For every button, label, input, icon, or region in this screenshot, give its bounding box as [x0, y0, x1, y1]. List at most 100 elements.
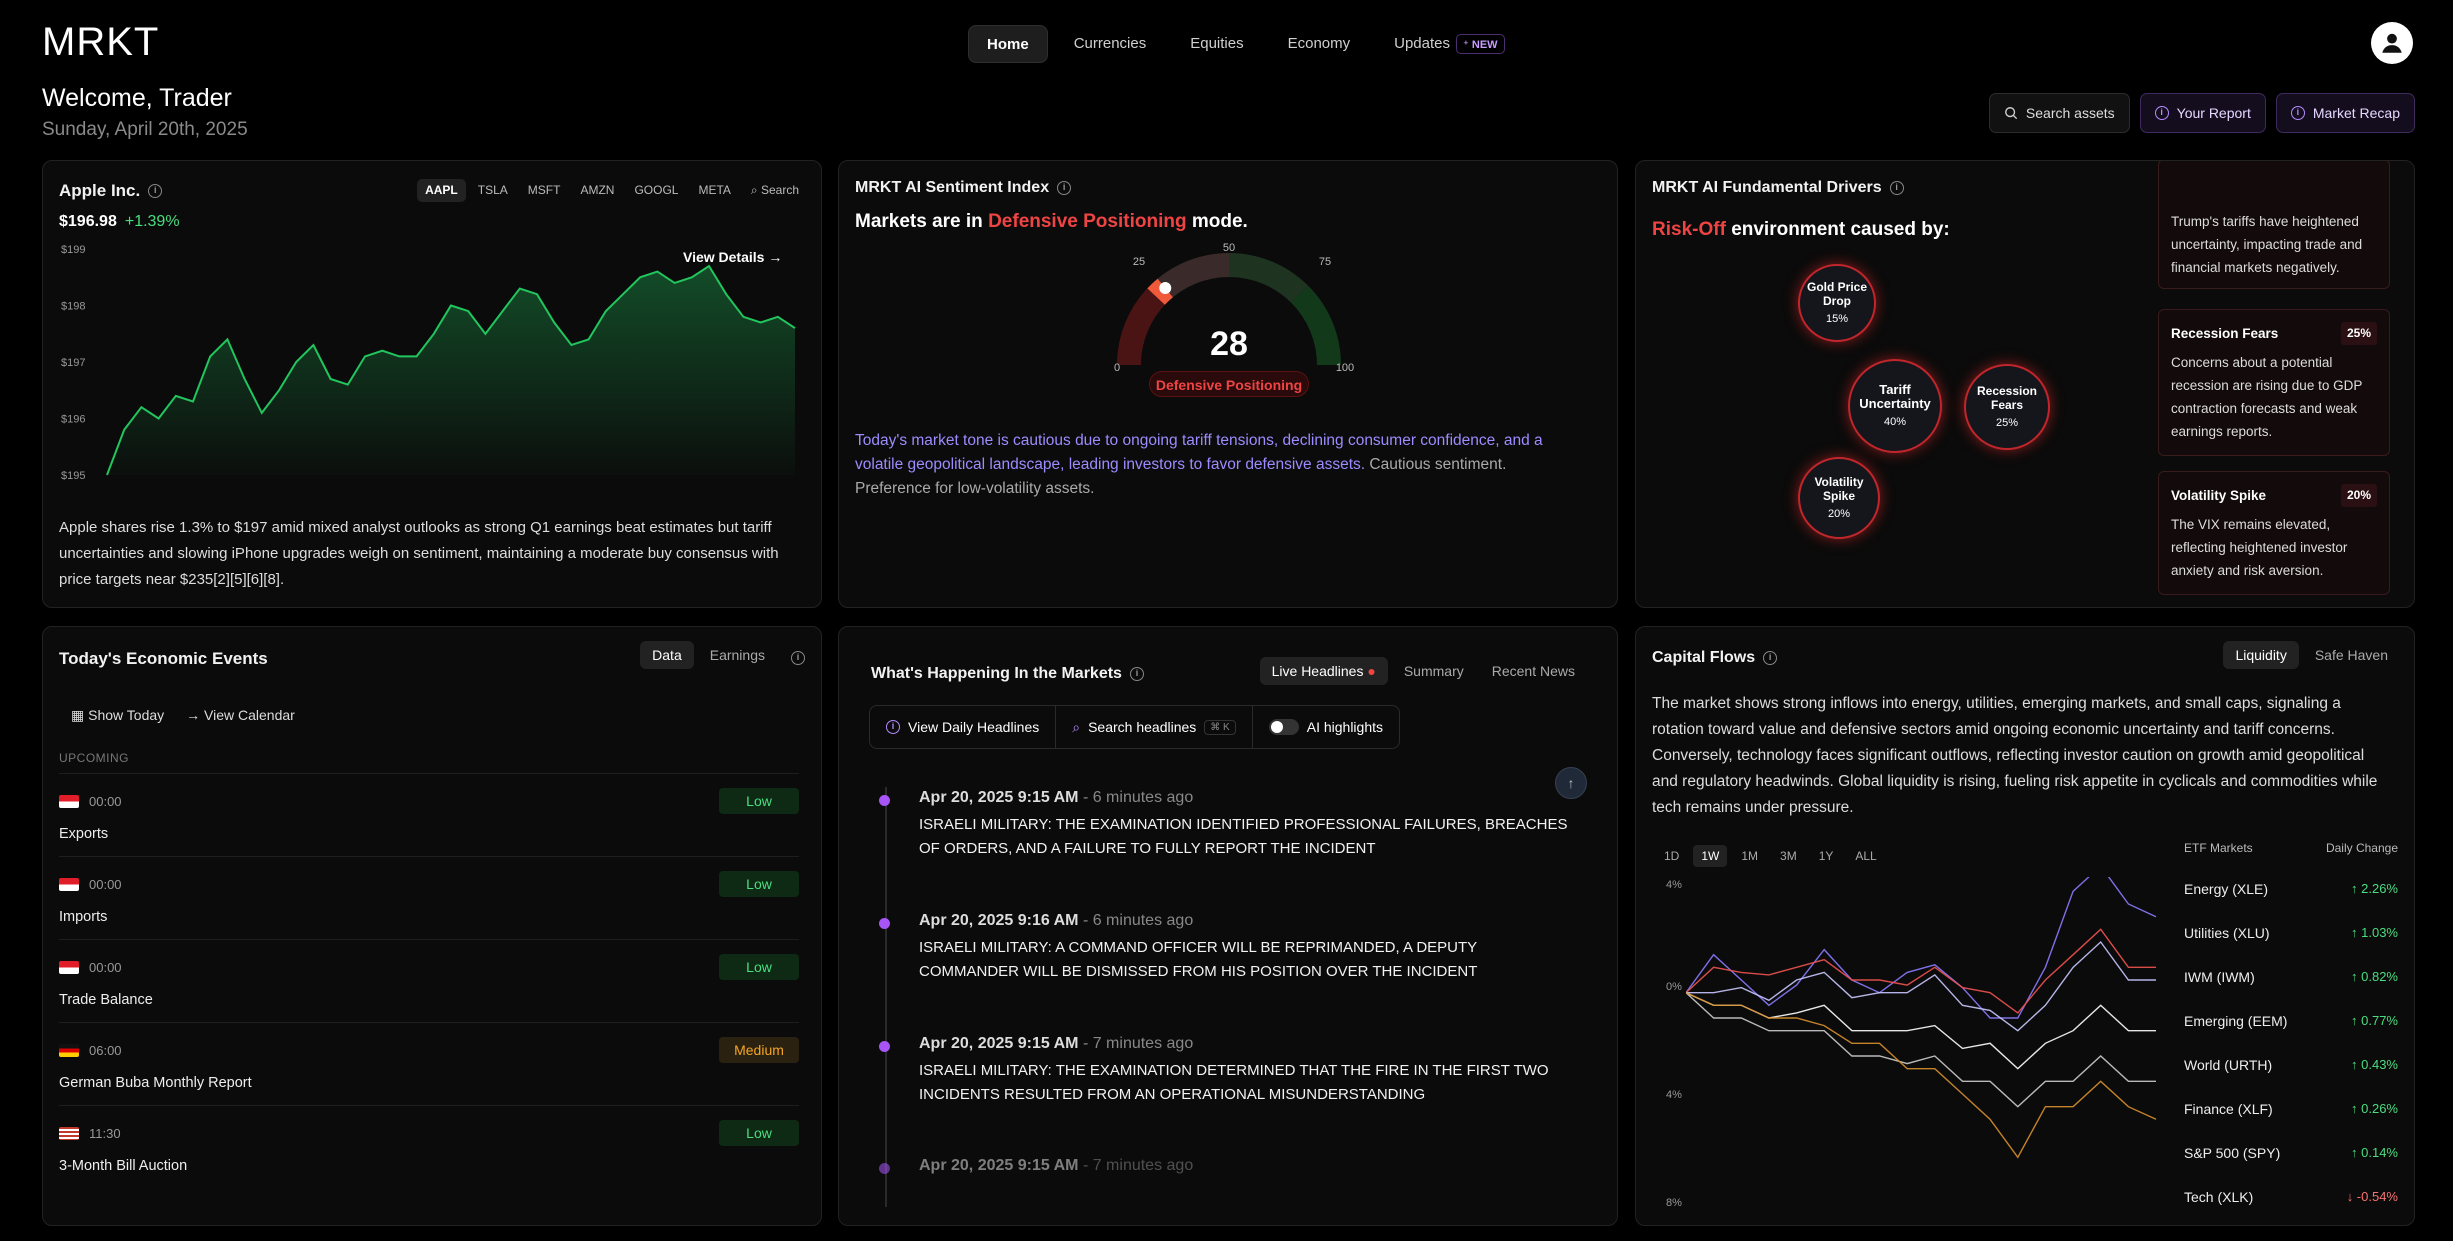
tab-summary[interactable]: Summary: [1392, 657, 1476, 685]
range-1w[interactable]: 1W: [1693, 845, 1728, 867]
nav-currencies[interactable]: Currencies: [1056, 25, 1165, 63]
gauge-tick-label: 100: [1336, 362, 1354, 374]
info-icon[interactable]: i: [1763, 651, 1778, 665]
etf-row[interactable]: IWM (IWM) ↑ 0.82%: [2184, 969, 2398, 985]
news-timestamp: Apr 20, 2025 9:15 AM - 6 minutes ago: [919, 789, 1579, 807]
etf-name: Utilities (XLU): [2184, 925, 2270, 941]
view-calendar-button[interactable]: → View Calendar: [186, 707, 295, 724]
etf-row[interactable]: S&P 500 (SPY) ↑ 0.14%: [2184, 1145, 2398, 1161]
impact-badge: Low: [719, 954, 799, 980]
range-1m[interactable]: 1M: [1733, 845, 1766, 867]
driver-bubble-gold[interactable]: Gold Price Drop 15%: [1798, 264, 1876, 342]
driver-card-title: Recession Fears: [2171, 326, 2279, 341]
search-headlines-input[interactable]: ⌕ Search headlines ⌘ K: [1056, 706, 1253, 748]
etf-row[interactable]: Energy (XLE) ↑ 2.26%: [2184, 881, 2398, 897]
etf-row[interactable]: Tech (XLK) ↓ -0.54%: [2184, 1189, 2398, 1205]
event-row[interactable]: 06:00 German Buba Monthly Report Medium: [59, 1022, 799, 1105]
ticker-search-label: Search: [760, 183, 799, 197]
range-3m[interactable]: 3M: [1772, 845, 1805, 867]
tab-liquidity[interactable]: Liquidity: [2223, 641, 2299, 669]
gauge-segment: [1290, 285, 1341, 366]
range-all[interactable]: ALL: [1847, 845, 1884, 867]
your-report-button[interactable]: i Your Report: [2139, 93, 2266, 133]
driver-bubble-tariff[interactable]: Tariff Uncertainty 40%: [1848, 359, 1942, 453]
toggle-switch[interactable]: [1268, 719, 1299, 735]
change-col-header: Daily Change: [2325, 841, 2398, 855]
events-card: Today's Economic Events Data Earnings i …: [42, 626, 822, 1226]
ticker-tsla[interactable]: TSLA: [470, 179, 516, 202]
range-1d[interactable]: 1D: [1656, 845, 1687, 867]
drivers-card: MRKT AI Fundamental Drivers i Risk-Off e…: [1635, 160, 2415, 608]
event-time: 11:30: [89, 1126, 121, 1141]
search-icon: ⌕: [1072, 718, 1081, 735]
stock-area: [107, 266, 795, 475]
nav-home[interactable]: Home: [968, 25, 1048, 63]
info-icon[interactable]: i: [1889, 181, 1904, 195]
gauge-tick-label: 75: [1319, 256, 1331, 268]
event-row[interactable]: 00:00 Exports Low: [59, 773, 799, 856]
tab-safe-haven[interactable]: Safe Haven: [2303, 641, 2400, 669]
ticker-msft[interactable]: MSFT: [520, 179, 569, 202]
news-timestamp: Apr 20, 2025 9:16 AM - 6 minutes ago: [919, 912, 1579, 930]
etf-change: ↑ 1.03%: [2351, 925, 2398, 940]
headlines-icon: i: [886, 720, 900, 734]
news-time: Apr 20, 2025 9:15 AM: [919, 789, 1079, 806]
driver-bubble-recession[interactable]: Recession Fears 25%: [1964, 364, 2050, 450]
etf-row[interactable]: Utilities (XLU) ↑ 1.03%: [2184, 925, 2398, 941]
info-icon[interactable]: i: [791, 651, 805, 665]
search-icon: [2004, 107, 2018, 120]
search-assets-button[interactable]: Search assets: [1988, 93, 2130, 133]
stock-chart: $199 $198 $197 $196 $195: [61, 244, 796, 482]
info-icon[interactable]: i: [1057, 181, 1072, 195]
view-details-button[interactable]: View Details →: [683, 249, 782, 265]
ticker-googl[interactable]: GOOGL: [626, 179, 686, 202]
logo[interactable]: MRKT: [42, 20, 159, 65]
news-item[interactable]: Apr 20, 2025 9:16 AM - 6 minutes ago ISR…: [879, 912, 1579, 984]
capital-description: The market shows strong inflows into ene…: [1652, 695, 2378, 816]
range-1y[interactable]: 1Y: [1811, 845, 1842, 867]
tab-data[interactable]: Data: [640, 641, 694, 669]
nav-updates[interactable]: Updates ⁺ NEW: [1376, 25, 1522, 63]
info-icon[interactable]: i: [148, 184, 163, 198]
flow-series-line: [1686, 992, 2157, 1159]
flag-indonesia-icon: [59, 795, 79, 808]
event-row[interactable]: 00:00 Imports Low: [59, 856, 799, 939]
nav-equities[interactable]: Equities: [1172, 25, 1261, 63]
event-row[interactable]: 11:30 3-Month Bill Auction Low: [59, 1105, 799, 1188]
news-item[interactable]: Apr 20, 2025 9:15 AM - 7 minutes ago ISR…: [879, 1035, 1579, 1107]
driver-card-header: Recession Fears 25%: [2171, 322, 2377, 345]
risk-caption: environment caused by:: [1731, 219, 1950, 240]
info-icon[interactable]: i: [1129, 667, 1144, 681]
news-item[interactable]: Apr 20, 2025 9:15 AM - 7 minutes ago: [879, 1157, 1579, 1175]
tab-recent-news[interactable]: Recent News: [1480, 657, 1587, 685]
driver-card-tariff: Trump's tariffs have heightened uncertai…: [2158, 161, 2390, 289]
headlines-title: What's Happening In the Markets: [871, 665, 1122, 682]
ai-highlights-toggle[interactable]: AI highlights: [1253, 706, 1399, 748]
etf-row[interactable]: Emerging (EEM) ↑ 0.77%: [2184, 1013, 2398, 1029]
ticker-search[interactable]: ⌕ Search: [743, 179, 807, 202]
headlines-card-title: What's Happening In the Markets i: [871, 665, 1144, 683]
etf-row[interactable]: World (URTH) ↑ 0.43%: [2184, 1057, 2398, 1073]
news-item[interactable]: Apr 20, 2025 9:15 AM - 6 minutes ago ISR…: [879, 789, 1579, 861]
ticker-tabs: AAPL TSLA MSFT AMZN GOOGL META ⌕ Search: [417, 179, 807, 202]
show-today-button[interactable]: ▦ Show Today: [71, 707, 164, 724]
sentiment-mode-badge: Defensive Positioning: [1149, 371, 1309, 397]
news-ago: - 7 minutes ago: [1082, 1035, 1194, 1052]
tab-live-label: Live Headlines: [1271, 663, 1364, 679]
driver-card-recession: Recession Fears 25% Concerns about a pote…: [2158, 309, 2390, 456]
ticker-amzn[interactable]: AMZN: [572, 179, 622, 202]
nav-updates-label: Updates: [1394, 35, 1450, 52]
avatar[interactable]: [2371, 22, 2413, 64]
tab-earnings[interactable]: Earnings: [698, 641, 777, 669]
market-recap-button[interactable]: i Market Recap: [2275, 93, 2415, 133]
driver-card-header: Volatility Spike 20%: [2171, 484, 2377, 507]
ticker-aapl[interactable]: AAPL: [417, 179, 466, 202]
tab-live-headlines[interactable]: Live Headlines ●: [1259, 657, 1388, 685]
nav-economy[interactable]: Economy: [1270, 25, 1369, 63]
etf-row[interactable]: Finance (XLF) ↑ 0.26%: [2184, 1101, 2398, 1117]
ticker-meta[interactable]: META: [690, 179, 738, 202]
driver-bubble-volatility[interactable]: Volatility Spike 20%: [1798, 457, 1880, 539]
view-daily-headlines-button[interactable]: i View Daily Headlines: [870, 706, 1057, 748]
event-row[interactable]: 00:00 Trade Balance Low: [59, 939, 799, 1022]
upcoming-label: UPCOMING: [59, 751, 129, 765]
